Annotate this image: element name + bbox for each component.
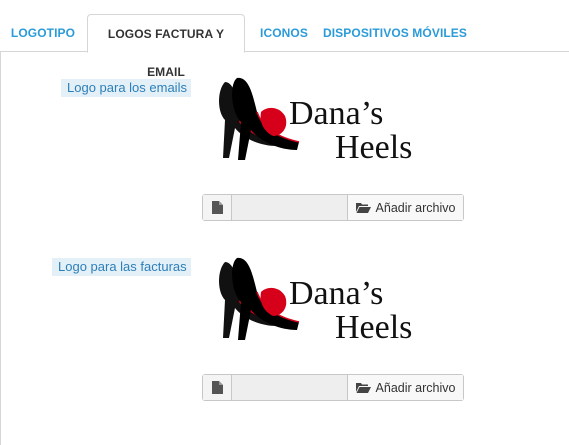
invoice-logo-label: Logo para las facturas	[52, 258, 191, 276]
file-icon	[203, 375, 232, 400]
folder-open-icon	[355, 383, 371, 393]
tab-logotipo[interactable]: LOGOTIPO	[4, 14, 82, 52]
invoice-add-file-label: Añadir archivo	[375, 380, 456, 395]
tab-bar: LOGOTIPO LOGOS FACTURA Y EMAIL ICONOS DI…	[0, 0, 569, 79]
email-logo-label: Logo para los emails	[61, 79, 191, 97]
tab-logos-factura-email[interactable]: LOGOS FACTURA Y EMAIL	[87, 14, 245, 79]
invoice-logo-file-field[interactable]	[232, 375, 347, 400]
email-add-file-label: Añadir archivo	[375, 200, 456, 215]
email-logo-file-field[interactable]	[232, 195, 347, 220]
email-logo-text-2: Heels	[335, 129, 412, 164]
invoice-add-file-button[interactable]: Añadir archivo	[347, 375, 463, 400]
invoice-logo-image: Dana’s Heels	[219, 257, 412, 344]
invoice-logo-text-2: Heels	[335, 309, 412, 344]
file-icon	[203, 195, 232, 220]
tab-panel: Logo para los emails Dana’s Heels Añadir…	[0, 52, 569, 445]
email-add-file-button[interactable]: Añadir archivo	[347, 195, 463, 220]
email-logo-text-1: Dana’s	[289, 95, 383, 132]
tab-iconos[interactable]: ICONOS	[250, 14, 318, 52]
tab-dispositivos-moviles[interactable]: DISPOSITIVOS MÓVILES	[322, 14, 468, 52]
email-logo-upload: Añadir archivo	[202, 194, 464, 221]
invoice-logo-text-1: Dana’s	[289, 275, 383, 312]
email-logo-image: Dana’s Heels	[219, 77, 412, 164]
invoice-logo-upload: Añadir archivo	[202, 374, 464, 401]
folder-open-icon	[355, 203, 371, 213]
